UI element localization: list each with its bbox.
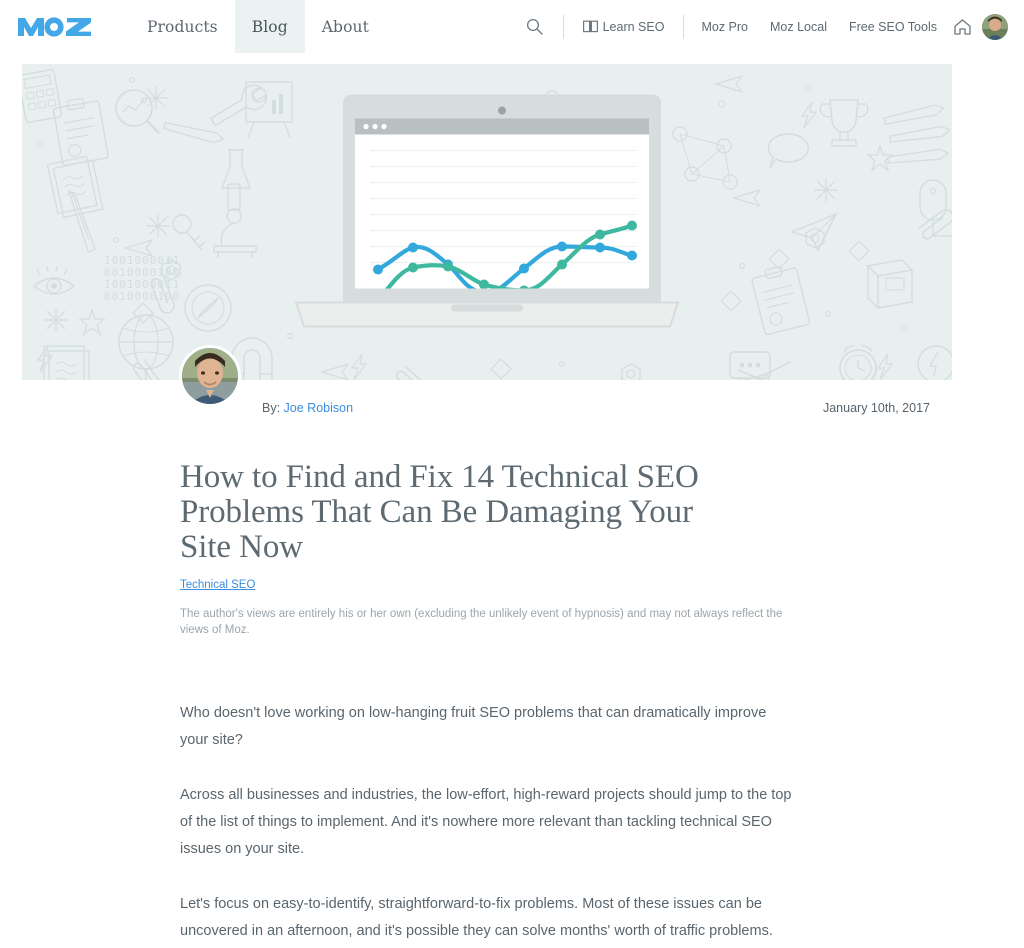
nav-link-free-seo-tools[interactable]: Free SEO Tools (838, 20, 948, 34)
hero-banner: 1001000011 0010000100 1001000011 0010000… (22, 64, 952, 380)
user-avatar-nav[interactable] (982, 13, 1008, 40)
top-navigation-bar: Products Blog About Learn SEO Moz Pro Mo… (0, 0, 1024, 54)
page-title: How to Find and Fix 14 Technical SEO Pro… (180, 459, 699, 565)
search-button[interactable] (516, 18, 557, 35)
byline-prefix: By: (262, 401, 281, 415)
nav-tab-products[interactable]: Products (130, 0, 235, 53)
nav-tab-about[interactable]: About (305, 0, 386, 53)
author-link[interactable]: Joe Robison (284, 401, 354, 415)
article-container: How to Find and Fix 14 Technical SEO Pro… (0, 460, 1024, 948)
byline-author: By: Joe Robison (262, 401, 353, 415)
byline-row: By: Joe Robison January 10th, 2017 (22, 345, 952, 424)
nav-tab-blog[interactable]: Blog (234, 0, 305, 53)
nav-left-group: Products Blog About (0, 0, 386, 53)
nav-link-moz-local[interactable]: Moz Local (759, 20, 838, 34)
search-icon (526, 18, 543, 35)
publish-date: January 10th, 2017 (822, 401, 930, 415)
avatar-photo-icon (982, 13, 1008, 40)
moz-logo[interactable] (18, 0, 130, 53)
author-avatar[interactable] (179, 345, 241, 407)
author-disclaimer: The author's views are entirely his or h… (180, 608, 783, 636)
nav-link-moz-pro[interactable]: Moz Pro (690, 20, 759, 34)
nav-link-learn-seo[interactable]: Learn SEO (570, 20, 678, 34)
home-button[interactable] (948, 13, 976, 41)
nav-divider-2 (683, 14, 685, 39)
laptop-with-chart-svg (294, 94, 680, 328)
post-category-link[interactable]: Technical SEO (180, 579, 255, 591)
laptop-illustration (286, 89, 688, 356)
nav-divider-1 (562, 14, 564, 39)
nav-right-group: Learn SEO Moz Pro Moz Local Free SEO Too… (516, 0, 1024, 53)
article-paragraph: Who doesn't love working on low-hanging … (180, 705, 767, 748)
moz-wordmark-icon (18, 16, 91, 37)
article-paragraph: Across all businesses and industries, th… (180, 787, 792, 857)
open-book-icon (582, 20, 598, 33)
article-paragraph: Let's focus on easy-to-identify, straigh… (180, 896, 773, 939)
author-photo-icon (182, 348, 238, 404)
article-body: Who doesn't love working on low-hanging … (180, 700, 795, 948)
nav-link-learn-seo-label: Learn SEO (602, 19, 665, 34)
home-icon (953, 18, 971, 35)
